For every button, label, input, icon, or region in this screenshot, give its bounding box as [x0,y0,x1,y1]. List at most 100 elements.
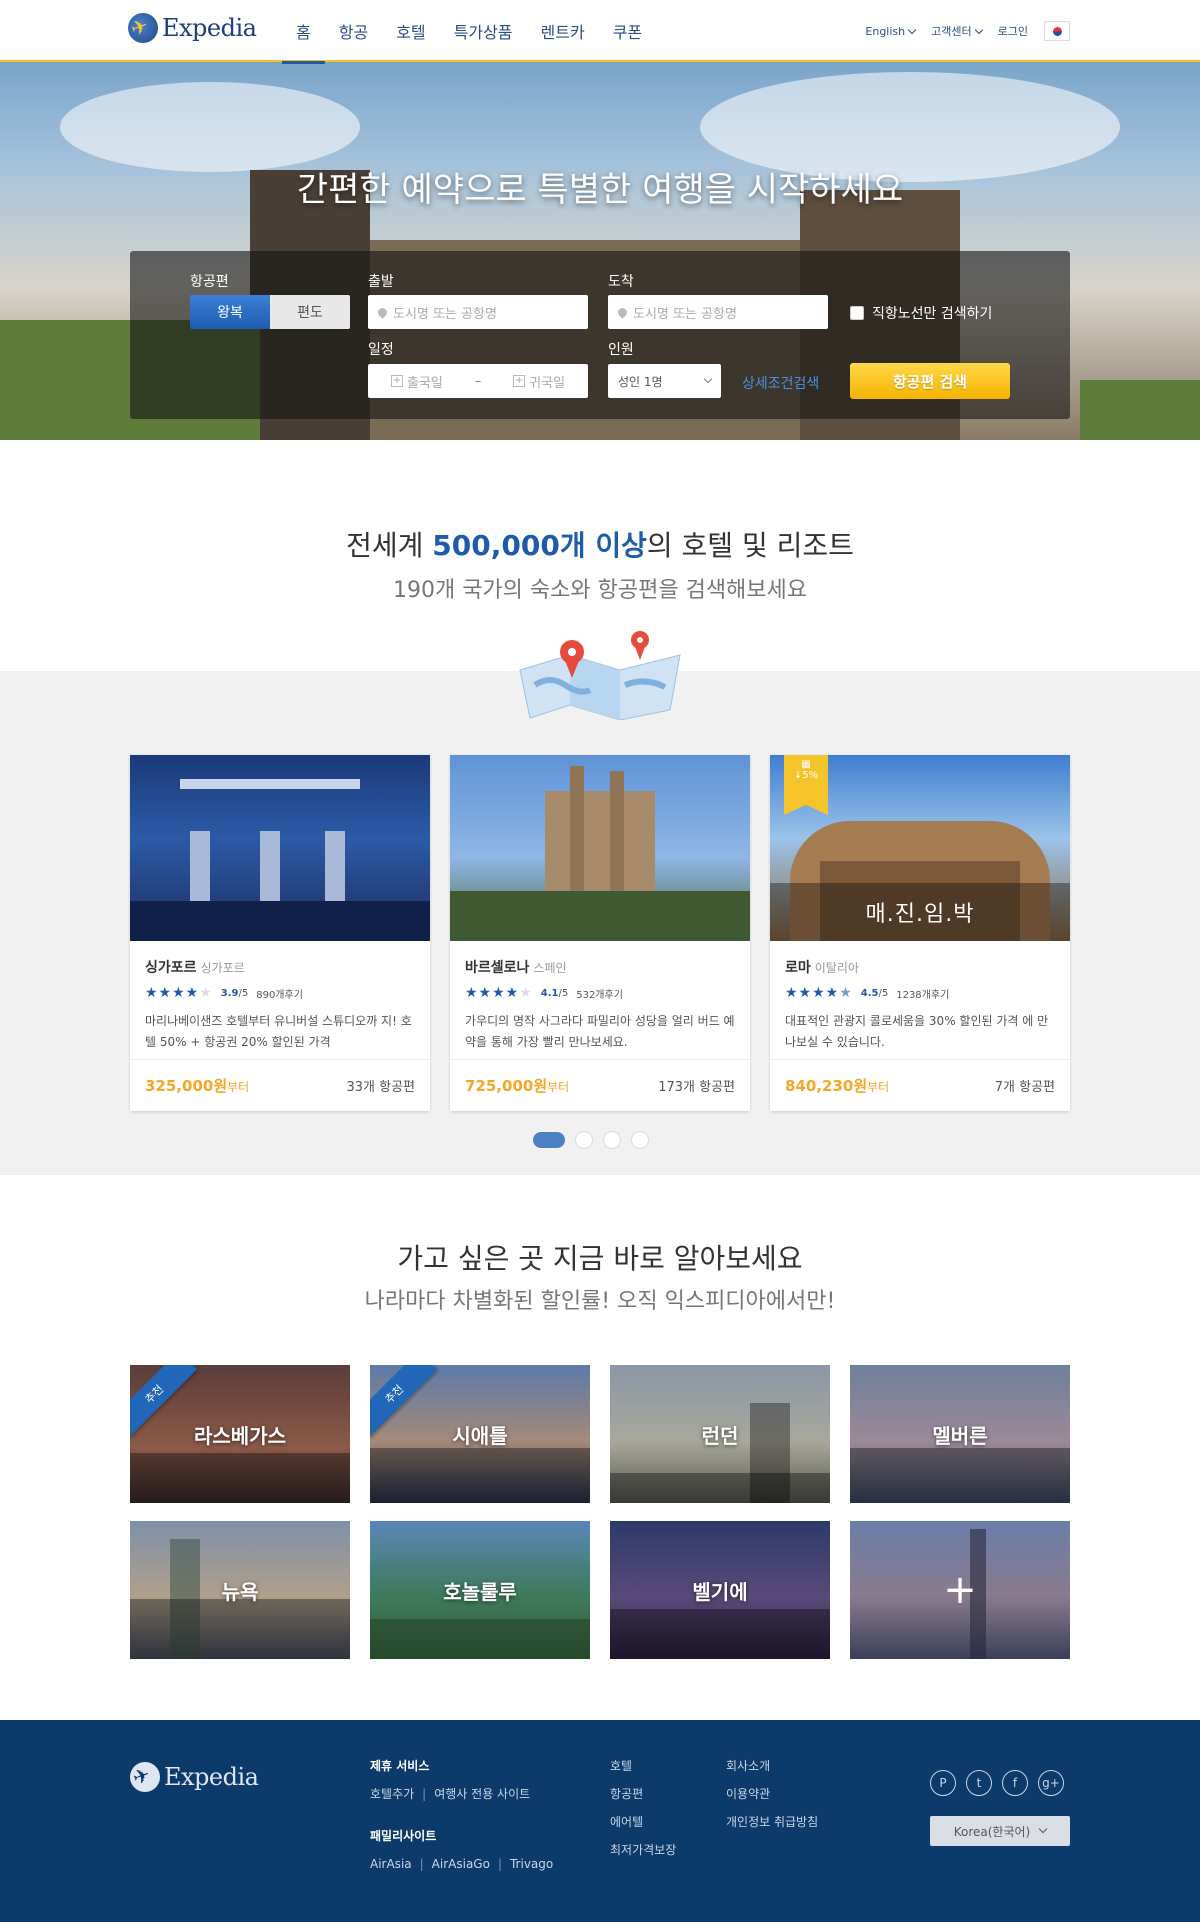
nav-deals[interactable]: 특가상품 [440,0,527,62]
carousel-dot-4[interactable] [631,1131,649,1149]
city-name: 싱가포르 [145,960,197,976]
tile-label: 런던 [701,1423,739,1448]
footer-logo-text: Expedia [164,1763,259,1791]
destination-tile-seattle[interactable]: 추천 시애틀 [370,1365,590,1503]
calendar-plus-icon: + [513,375,526,387]
country-name: 싱가포르 [200,961,245,975]
flight-search-button[interactable]: 항공편 검색 [850,363,1010,399]
main-nav: 홈 항공 호텔 특가상품 렌트카 쿠폰 [282,0,656,64]
tile-label: 뉴욕 [221,1579,259,1604]
partner-link[interactable]: 여행사 전용 사이트 [434,1787,530,1801]
location-pin-icon [616,305,629,319]
family-links: AirAsia | AirAsiaGo | Trivago [370,1850,553,1878]
depart-date-field[interactable]: + 출국일 [390,372,443,391]
more-destinations-tile[interactable]: + [850,1521,1070,1659]
nav-hotels[interactable]: 호텔 [382,0,439,62]
login-link[interactable]: 로그인 [998,23,1028,39]
deal-card-barcelona[interactable]: 바르셀로나 스페인 ★★★★★ 4.1/5 532개후기 가우디의 명작 사그라다… [450,755,750,1111]
korea-flag-icon[interactable] [1044,21,1070,41]
globe-plane-icon [128,13,158,43]
footer-link[interactable]: 최저가격보장 [610,1836,676,1864]
support-label: 고객센터 [931,25,972,38]
star-rating-icon: ★★★★★ [785,985,853,1001]
carousel-dot-2[interactable] [575,1131,593,1149]
footer-link[interactable]: 에어텔 [610,1808,676,1836]
rating-score: 4.1/5 [541,988,568,999]
passenger-select[interactable]: 성인 1명 [608,364,721,398]
tile-label: 벨기에 [692,1579,748,1604]
nav-coupons[interactable]: 쿠폰 [599,0,656,62]
depart-placeholder: 도시명 또는 공항명 [393,306,497,322]
review-count: 890개후기 [256,989,303,1001]
family-link[interactable]: Trivago [510,1857,553,1871]
region-select[interactable]: Korea(한국어) [930,1816,1070,1846]
destination-tile-melbourne[interactable]: 멜버른 [850,1365,1070,1503]
advanced-search-link[interactable]: 상세조건검색 [742,373,819,393]
nav-home[interactable]: 홈 [282,0,325,64]
facebook-icon[interactable]: f [1002,1770,1028,1796]
star-rating-icon: ★★★★★ [465,985,533,1001]
partner-link[interactable]: 호텔추가 [370,1787,414,1801]
price: 325,000원부터 [145,1075,249,1096]
rating-row: ★★★★★ 4.1/5 532개후기 [465,985,735,1001]
link-separator: | [419,1857,424,1871]
footer-link[interactable]: 호텔 [610,1752,676,1780]
destination-tile-london[interactable]: 런던 [610,1365,830,1503]
recommended-ribbon: 추천 [130,1365,198,1438]
destination-tile-newyork[interactable]: 뉴욕 [130,1521,350,1659]
footer-logo[interactable]: Expedia [130,1762,259,1792]
nav-rentacar[interactable]: 렌트카 [527,0,599,62]
expedia-logo[interactable]: Expedia [128,10,257,46]
link-separator: | [422,1787,427,1801]
google-plus-icon[interactable]: g+ [1038,1770,1064,1796]
promo-title-post: 의 호텔 및 리조트 [646,529,854,562]
language-dropdown[interactable]: English [865,25,917,38]
rating-row: ★★★★★ 3.9/5 890개후기 [145,985,415,1001]
date-range-input[interactable]: + 출국일 – + 귀국일 [368,364,588,398]
checkbox-icon[interactable] [850,306,864,320]
rome-photo: ▦ ↓5% 매.진.임.박 [770,755,1070,941]
twitter-icon[interactable]: t [966,1770,992,1796]
pax-label: 인원 [608,342,634,358]
footer-link[interactable]: 개인정보 취급방침 [726,1808,818,1836]
review-count: 1238개후기 [896,989,950,1001]
closing-soon-caption: 매.진.임.박 [770,883,1070,941]
flight-count: 33개 항공편 [346,1080,415,1095]
footer-link[interactable]: 이용약관 [726,1780,818,1808]
hero-title: 간편한 예약으로 특별한 여행을 시작하세요 [296,170,904,210]
family-link[interactable]: AirAsiaGo [432,1857,490,1871]
chevron-down-icon [703,374,713,384]
carousel-dot-1[interactable] [533,1132,565,1148]
return-date-field[interactable]: + 귀국일 [513,372,565,391]
destination-tile-lasvegas[interactable]: 추천 라스베가스 [130,1365,350,1503]
deal-card-rome[interactable]: ▦ ↓5% 매.진.임.박 로마 이탈리아 ★★★★★ 4.5/5 1238개후기 … [770,755,1070,1111]
chevron-down-icon [1039,1824,1048,1834]
footer-link[interactable]: 회사소개 [726,1752,818,1780]
destination-tile-belgium[interactable]: 벨기에 [610,1521,830,1659]
recommended-ribbon: 추천 [370,1365,438,1438]
arrive-label: 도착 [608,274,634,290]
tab-roundtrip[interactable]: 왕복 [190,295,270,329]
building-icon: ▦ [801,759,811,770]
cloud-decoration [60,82,360,172]
deal-card-singapore[interactable]: 싱가포르 싱가포르 ★★★★★ 3.9/5 890개후기 마리나베이샌즈 호텔부터… [130,755,430,1111]
hero-banner: 간편한 예약으로 특별한 여행을 시작하세요 항공편 왕복 편도 출발 도시명 … [0,62,1200,440]
arrive-input[interactable]: 도시명 또는 공항명 [608,295,828,329]
direct-only-checkbox[interactable]: 직항노선만 검색하기 [850,303,992,323]
footer-link[interactable]: 항공편 [610,1780,676,1808]
discount-badge: ▦ ↓5% [784,755,828,815]
depart-input[interactable]: 도시명 또는 공항명 [368,295,588,329]
discount-value: ↓5% [793,770,819,781]
support-dropdown[interactable]: 고객센터 [931,23,983,39]
city-name: 로마 [785,960,811,976]
tile-label: 시애틀 [452,1423,508,1448]
family-link[interactable]: AirAsia [370,1857,412,1871]
carousel-dot-3[interactable] [603,1131,621,1149]
price-value: 725,000원 [465,1077,548,1095]
company-column: 회사소개 이용약관 개인정보 취급방침 [726,1752,818,1836]
tab-oneway[interactable]: 편도 [270,295,350,329]
partner-heading: 제휴 서비스 [370,1759,430,1773]
pinterest-icon[interactable]: P [930,1770,956,1796]
destination-tile-honolulu[interactable]: 호놀룰루 [370,1521,590,1659]
nav-flights[interactable]: 항공 [325,0,382,62]
